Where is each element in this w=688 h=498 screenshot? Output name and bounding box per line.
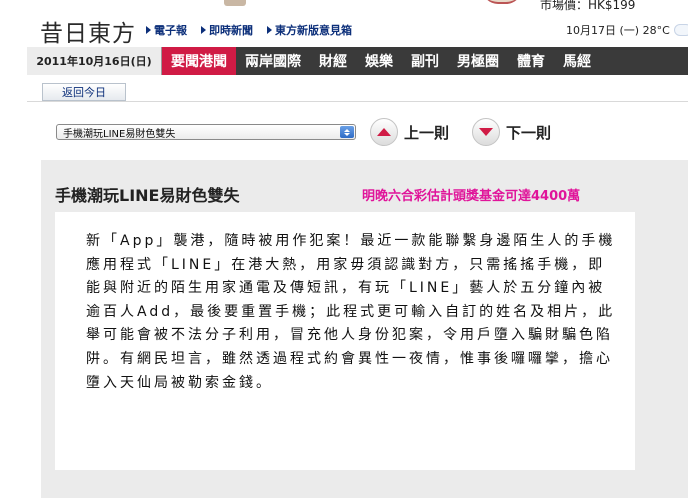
cloud-icon xyxy=(673,24,688,36)
triangle-right-icon xyxy=(146,26,151,34)
tab-china-international[interactable]: 兩岸國際 xyxy=(236,47,310,75)
dropdown-arrows-icon xyxy=(340,126,354,138)
tab-supplement[interactable]: 副刊 xyxy=(402,47,448,75)
arrow-up-icon xyxy=(370,118,398,146)
previous-label: 上一則 xyxy=(404,123,450,142)
arrow-down-icon xyxy=(472,118,500,146)
link-instant-news[interactable]: 即時新聞 xyxy=(201,22,253,38)
next-article-button[interactable]: 下一則 xyxy=(472,118,551,146)
logo-text-1: 昔日 xyxy=(40,21,88,47)
link-e-newsletter[interactable]: 電子報 xyxy=(146,22,187,38)
article-body: 新「App」襲港，隨時被用作犯案！最近一款能聯繫身邊陌生人的手機應用程式「LIN… xyxy=(86,233,616,391)
tab-sports[interactable]: 體育 xyxy=(508,47,554,75)
weather-info: 10月17日 (一) 28°C xyxy=(566,22,688,38)
nav-date: 2011年10月16日(日) xyxy=(27,47,162,75)
tab-entertainment[interactable]: 娛樂 xyxy=(356,47,402,75)
article-select-value: 手機潮玩LINE易財色雙失 xyxy=(63,128,176,140)
triangle-right-icon xyxy=(267,26,272,34)
back-to-today-button[interactable]: 返回今日 xyxy=(42,83,126,101)
logo-text-2: 東方 xyxy=(88,21,136,47)
article-headline: 手機潮玩LINE易財色雙失 xyxy=(55,186,240,205)
product-thumbnail[interactable] xyxy=(482,0,522,4)
tab-horse-racing[interactable]: 馬經 xyxy=(554,47,600,75)
divider xyxy=(27,101,688,102)
top-links: 電子報 即時新聞 東方新版意見箱 xyxy=(146,22,366,38)
article-select[interactable]: 手機潮玩LINE易財色雙失 xyxy=(56,124,356,140)
main-nav: 2011年10月16日(日) 要聞港聞 兩岸國際 財經 娛樂 副刊 男極圈 體育… xyxy=(27,47,688,75)
site-header: 昔日東方 電子報 即時新聞 東方新版意見箱 市場價：HK$199 10月17日 … xyxy=(0,0,688,48)
tab-finance[interactable]: 財經 xyxy=(310,47,356,75)
promo-link[interactable]: 明晚六合彩估計頭獎基金可達4400萬 xyxy=(362,185,580,204)
tab-local-news[interactable]: 要聞港聞 xyxy=(162,47,236,75)
previous-article-button[interactable]: 上一則 xyxy=(370,118,449,146)
stock-price: 市場價：HK$199 xyxy=(540,0,636,12)
link-feedback-box[interactable]: 東方新版意見箱 xyxy=(267,22,352,38)
next-label: 下一則 xyxy=(506,123,552,142)
site-logo[interactable]: 昔日東方 xyxy=(40,14,136,48)
tab-mens-zone[interactable]: 男極圈 xyxy=(448,47,508,75)
decorative-stamp xyxy=(224,0,246,6)
weather-text: 10月17日 (一) 28°C xyxy=(566,24,670,37)
triangle-right-icon xyxy=(201,26,206,34)
